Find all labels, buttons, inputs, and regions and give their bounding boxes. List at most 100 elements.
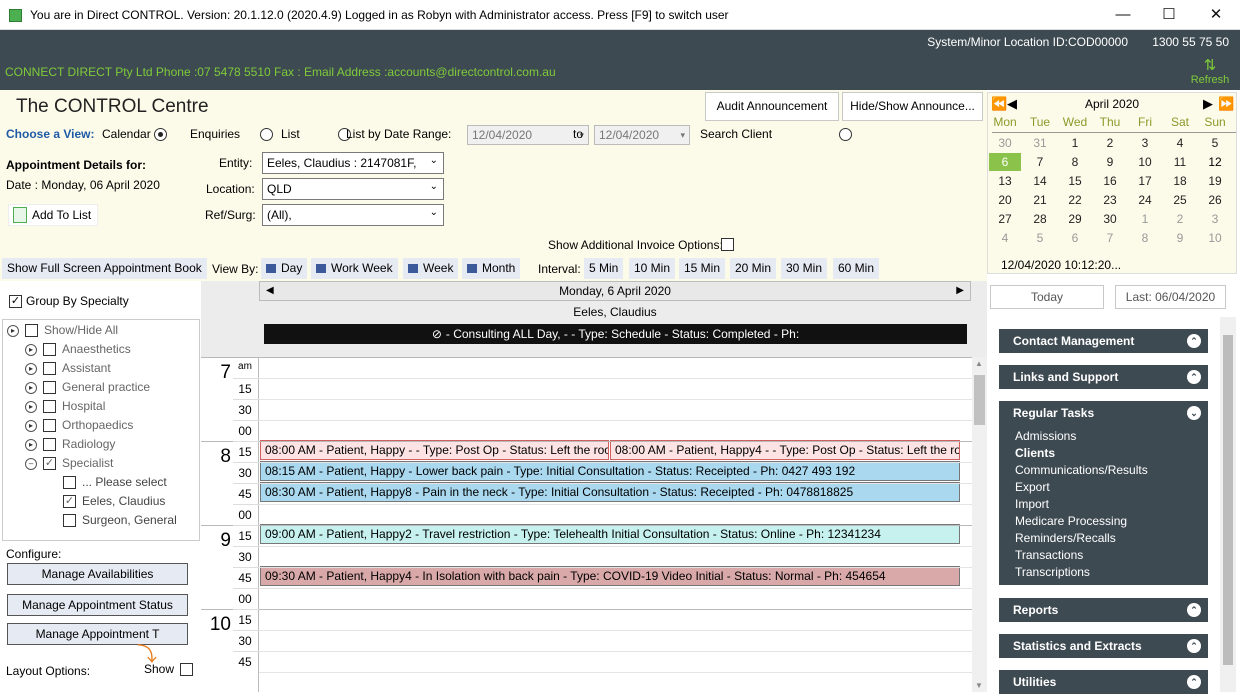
interval-5-button[interactable]: 5 Min bbox=[584, 258, 624, 279]
tree-node[interactable]: Surgeon, General bbox=[63, 511, 177, 529]
tree-node[interactable]: ▸ Hospital bbox=[25, 397, 105, 415]
expand-icon[interactable]: ▸ bbox=[25, 419, 37, 432]
view-week-button[interactable]: Week bbox=[403, 258, 459, 279]
interval-30-button[interactable]: 30 Min bbox=[781, 258, 828, 279]
expand-icon[interactable]: ▸ bbox=[25, 400, 37, 413]
close-icon[interactable]: ✕ bbox=[1193, 0, 1239, 30]
expand-icon[interactable]: ▸ bbox=[25, 381, 37, 394]
utilities-header[interactable]: Utilities ⌃ bbox=[999, 670, 1208, 694]
calendar-day[interactable]: 3 bbox=[1129, 134, 1161, 152]
scroll-down-icon[interactable]: ▼ bbox=[975, 681, 983, 690]
appointment-0800-happy4[interactable]: 08:00 AM - Patient, Happy4 - - Type: Pos… bbox=[610, 440, 960, 460]
calendar-day[interactable]: 10 bbox=[1129, 153, 1161, 171]
calendar-day[interactable]: 1 bbox=[1059, 134, 1091, 152]
hide-show-announce-button[interactable]: Hide/Show Announce... bbox=[842, 92, 983, 121]
calendar-day[interactable]: 5 bbox=[1199, 134, 1231, 152]
tree-checkbox[interactable]: ✓ bbox=[63, 495, 76, 509]
calendar-day[interactable]: 11 bbox=[1164, 153, 1196, 171]
prev-month-icon[interactable]: ◀ bbox=[1007, 96, 1017, 112]
view-work-week-button[interactable]: Work Week bbox=[311, 258, 398, 279]
group-by-specialty-checkbox[interactable]: ✓ bbox=[9, 295, 22, 308]
manage-appointment-status-button[interactable]: Manage Appointment Status bbox=[7, 594, 188, 616]
audit-announcement-button[interactable]: Audit Announcement bbox=[705, 92, 839, 121]
calendar-day[interactable]: 2 bbox=[1094, 134, 1126, 152]
tree-checkbox[interactable]: ✓ bbox=[43, 457, 56, 471]
expand-icon[interactable]: ▸ bbox=[25, 438, 37, 451]
appointment-0800-happy[interactable]: 08:00 AM - Patient, Happy - - Type: Post… bbox=[260, 440, 609, 460]
calendar-day[interactable]: 12 bbox=[1199, 153, 1231, 171]
full-screen-button[interactable]: Show Full Screen Appointment Book bbox=[2, 258, 207, 279]
calendar-day[interactable]: 7 bbox=[1094, 229, 1126, 247]
calendar-day[interactable]: 24 bbox=[1129, 191, 1161, 209]
tree-checkbox[interactable] bbox=[63, 476, 76, 490]
calendar-day[interactable]: 8 bbox=[1129, 229, 1161, 247]
tree-checkbox[interactable] bbox=[43, 438, 56, 452]
calendar-scrollbar[interactable]: ▲ ▼ bbox=[972, 357, 987, 692]
calendar-day[interactable]: 18 bbox=[1164, 172, 1196, 190]
calendar-day[interactable]: 28 bbox=[1024, 210, 1056, 228]
refresh-button[interactable]: ⇅ Refresh bbox=[1188, 58, 1232, 87]
tree-checkbox[interactable] bbox=[63, 514, 76, 528]
calendar-day[interactable]: 30 bbox=[1094, 210, 1126, 228]
tree-node[interactable]: ▸ Anaesthetics bbox=[25, 340, 131, 358]
nav-item[interactable]: Transcriptions bbox=[1015, 565, 1090, 579]
tree-checkbox[interactable] bbox=[43, 362, 56, 376]
interval-20-button[interactable]: 20 Min bbox=[730, 258, 777, 279]
appointment-0900-happy2[interactable]: 09:00 AM - Patient, Happy2 - Travel rest… bbox=[260, 524, 960, 544]
date-from-field[interactable]: 12/04/2020 ▾ bbox=[467, 125, 589, 145]
tree-node[interactable]: ▸ Radiology bbox=[25, 435, 115, 453]
statistics-extracts-header[interactable]: Statistics and Extracts ⌃ bbox=[999, 634, 1208, 658]
manage-availabilities-button[interactable]: Manage Availabilities bbox=[7, 563, 188, 585]
interval-15-button[interactable]: 15 Min bbox=[679, 258, 726, 279]
calendar-day[interactable]: 4 bbox=[1164, 134, 1196, 152]
tree-node[interactable]: ✓ Eeles, Claudius bbox=[63, 492, 165, 510]
nav-item[interactable]: Medicare Processing bbox=[1015, 514, 1127, 528]
contact-management-header[interactable]: Contact Management ⌃ bbox=[999, 329, 1208, 353]
maximize-icon[interactable]: ☐ bbox=[1146, 0, 1192, 30]
prev-day-icon[interactable]: ◀ bbox=[266, 282, 274, 300]
appointment-0830-happy8[interactable]: 08:30 AM - Patient, Happy8 - Pain in the… bbox=[260, 482, 960, 502]
calendar-day[interactable]: 7 bbox=[1024, 153, 1056, 171]
calendar-day[interactable]: 14 bbox=[1024, 172, 1056, 190]
invoice-options-checkbox[interactable] bbox=[721, 238, 734, 251]
expand-icon[interactable]: ▸ bbox=[25, 343, 37, 356]
calendar-day[interactable]: 1 bbox=[1129, 210, 1161, 228]
entity-select[interactable]: Eeles, Claudius : 2147081F, ⌄ bbox=[262, 152, 444, 174]
calendar-day[interactable]: 25 bbox=[1164, 191, 1196, 209]
calendar-day[interactable]: 30 bbox=[989, 134, 1021, 152]
enquiries-radio[interactable] bbox=[260, 128, 274, 142]
nav-item[interactable]: Admissions bbox=[1015, 429, 1076, 443]
expand-icon[interactable]: ▸ bbox=[25, 362, 37, 375]
calendar-day[interactable]: 4 bbox=[989, 229, 1021, 247]
all-day-event[interactable]: ⊘ - Consulting ALL Day, - - Type: Schedul… bbox=[264, 324, 967, 344]
tree-checkbox[interactable] bbox=[43, 419, 56, 433]
calendar-day[interactable]: 23 bbox=[1094, 191, 1126, 209]
appointment-0815-happy[interactable]: 08:15 AM - Patient, Happy - Lower back p… bbox=[260, 461, 960, 481]
calendar-day[interactable]: 3 bbox=[1199, 210, 1231, 228]
reports-header[interactable]: Reports ⌃ bbox=[999, 598, 1208, 622]
tree-node[interactable]: ▸ Assistant bbox=[25, 359, 111, 377]
calendar-day[interactable]: 9 bbox=[1164, 229, 1196, 247]
nav-item[interactable]: Communications/Results bbox=[1015, 463, 1148, 477]
layout-show-checkbox[interactable] bbox=[180, 663, 193, 676]
calendar-day[interactable]: 9 bbox=[1094, 153, 1126, 171]
calendar-day[interactable]: 15 bbox=[1059, 172, 1091, 190]
calendar-radio[interactable] bbox=[154, 128, 167, 142]
nav-item[interactable]: Clients bbox=[1015, 446, 1055, 460]
minimize-icon[interactable]: — bbox=[1100, 0, 1146, 30]
prev-year-icon[interactable]: ⏪ bbox=[991, 96, 1007, 112]
calendar-day[interactable]: 31 bbox=[1024, 134, 1056, 152]
links-support-header[interactable]: Links and Support ⌃ bbox=[999, 365, 1208, 389]
appointment-0930-happy4[interactable]: 09:30 AM - Patient, Happy4 - In Isolatio… bbox=[260, 566, 960, 586]
nav-item[interactable]: Reminders/Recalls bbox=[1015, 531, 1116, 545]
nav-item[interactable]: Import bbox=[1015, 497, 1049, 511]
regular-tasks-header[interactable]: Regular Tasks ⌄ bbox=[999, 401, 1208, 425]
calendar-day[interactable]: 20 bbox=[989, 191, 1021, 209]
tree-node[interactable]: ▸ General practice bbox=[25, 378, 150, 396]
search-client-radio[interactable] bbox=[839, 128, 853, 142]
calendar-day[interactable]: 17 bbox=[1129, 172, 1161, 190]
next-month-icon[interactable]: ▶ bbox=[1203, 96, 1213, 112]
add-to-list-button[interactable]: Add To List bbox=[8, 204, 98, 226]
calendar-day[interactable]: 26 bbox=[1199, 191, 1231, 209]
tree-node[interactable]: ... Please select bbox=[63, 473, 167, 491]
